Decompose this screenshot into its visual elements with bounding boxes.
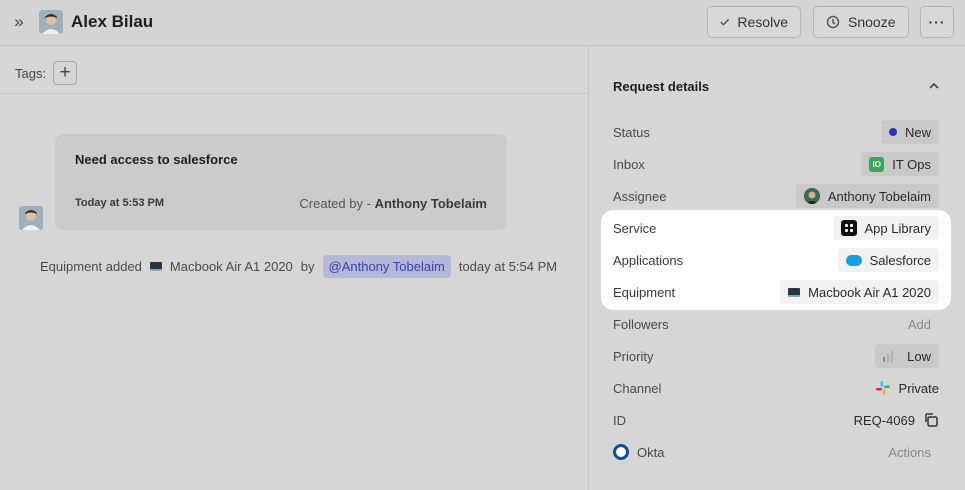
inbox-value-pill[interactable]: IO IT Ops bbox=[861, 152, 939, 176]
snooze-button[interactable]: Snooze bbox=[813, 6, 909, 38]
okta-label: Okta bbox=[637, 444, 665, 460]
applications-value: Salesforce bbox=[869, 252, 931, 268]
app-library-icon bbox=[840, 220, 857, 236]
inbox-label: Inbox bbox=[613, 156, 645, 172]
status-value: New bbox=[904, 124, 931, 140]
channel-label: Channel bbox=[613, 380, 662, 396]
detail-row-assignee: Assignee Anthony Tobelaim bbox=[613, 184, 939, 208]
id-label: ID bbox=[613, 412, 626, 428]
laptop-icon bbox=[149, 262, 162, 271]
detail-row-followers: Followers Add bbox=[613, 312, 939, 336]
applications-label: Applications bbox=[613, 252, 684, 268]
event-text: Equipment added bbox=[40, 259, 142, 274]
okta-group: Okta bbox=[613, 444, 664, 460]
detail-row-inbox: Inbox IO IT Ops bbox=[613, 152, 939, 176]
salesforce-icon bbox=[845, 254, 862, 266]
priority-label: Priority bbox=[613, 348, 654, 364]
more-options-button[interactable]: ··· bbox=[920, 6, 954, 38]
created-by-prefix: Created by - bbox=[299, 196, 371, 211]
activity-event: Equipment added Macbook Air A1 2020 by @… bbox=[40, 254, 565, 279]
status-label: Status bbox=[613, 124, 650, 140]
id-value: REQ-4069 bbox=[853, 412, 915, 428]
detail-row-channel: Channel Private bbox=[613, 376, 939, 400]
priority-value: Low bbox=[907, 348, 931, 364]
copy-icon[interactable] bbox=[923, 412, 939, 428]
service-value-pill[interactable]: App Library bbox=[832, 216, 939, 240]
add-follower-button[interactable]: Add bbox=[908, 317, 939, 332]
channel-value: Private bbox=[898, 380, 939, 396]
request-card[interactable]: Need access to salesforce Today at 5:53 … bbox=[55, 134, 507, 230]
snooze-clock-icon bbox=[826, 15, 840, 29]
page-title: Alex Bilau bbox=[71, 12, 154, 31]
equipment-value-pill[interactable]: Macbook Air A1 2020 bbox=[780, 280, 939, 304]
chevron-up-icon[interactable] bbox=[929, 82, 939, 89]
request-details-title: Request details bbox=[613, 79, 710, 94]
detail-row-priority: Priority Low bbox=[613, 344, 939, 368]
channel-value-pill[interactable]: Private bbox=[875, 380, 939, 396]
okta-actions-button[interactable]: Actions bbox=[888, 445, 939, 460]
id-value-group: REQ-4069 bbox=[854, 412, 939, 428]
priority-value-pill[interactable]: Low bbox=[875, 344, 939, 368]
service-label: Service bbox=[613, 220, 657, 236]
service-value: App Library bbox=[864, 220, 931, 236]
detail-row-id: ID REQ-4069 bbox=[613, 408, 939, 432]
user-mention[interactable]: @Anthony Tobelaim bbox=[322, 255, 451, 278]
detail-row-status: Status New bbox=[613, 120, 939, 144]
created-by-name: Anthony Tobelaim bbox=[374, 196, 487, 211]
created-by: Created by - Anthony Tobelaim bbox=[299, 196, 487, 211]
snooze-label: Snooze bbox=[848, 14, 896, 30]
it-ops-icon: IO bbox=[869, 156, 885, 172]
event-by: by bbox=[300, 259, 315, 274]
assignee-value: Anthony Tobelaim bbox=[827, 188, 931, 204]
event-time: today at 5:54 PM bbox=[458, 259, 558, 274]
okta-icon bbox=[613, 444, 629, 460]
laptop-icon bbox=[788, 287, 801, 297]
priority-bars-icon bbox=[883, 350, 899, 362]
detail-row-equipment: Equipment Macbook Air A1 2020 bbox=[613, 280, 939, 304]
equipment-label: Equipment bbox=[613, 284, 676, 300]
check-icon bbox=[720, 18, 730, 26]
detail-row-service: Service App Library bbox=[613, 216, 939, 240]
resolve-label: Resolve bbox=[737, 14, 788, 30]
tags-label: Tags: bbox=[15, 66, 47, 81]
message-avatar bbox=[19, 206, 43, 230]
followers-label: Followers bbox=[613, 316, 669, 332]
add-tag-button[interactable]: + bbox=[53, 61, 77, 85]
assignee-value-pill[interactable]: Anthony Tobelaim bbox=[795, 184, 939, 208]
request-title: Need access to salesforce bbox=[75, 152, 238, 167]
user-avatar bbox=[39, 10, 63, 34]
equipment-value: Macbook Air A1 2020 bbox=[808, 284, 931, 300]
inbox-value: IT Ops bbox=[892, 156, 931, 172]
tags-bar: Tags: + bbox=[0, 52, 588, 94]
status-badge[interactable]: New bbox=[880, 120, 939, 144]
person-photo-icon bbox=[19, 206, 43, 230]
assignee-label: Assignee bbox=[613, 188, 667, 204]
person-photo-icon bbox=[39, 10, 63, 34]
resolve-button[interactable]: Resolve bbox=[707, 6, 801, 38]
request-timestamp: Today at 5:53 PM bbox=[75, 197, 165, 209]
header-bar: » Alex Bilau Resolve Snooze ··· bbox=[0, 0, 965, 46]
assignee-avatar-icon bbox=[803, 188, 820, 204]
status-dot-icon bbox=[888, 128, 897, 136]
slack-icon bbox=[875, 381, 890, 395]
applications-value-pill[interactable]: Salesforce bbox=[837, 248, 939, 272]
event-item: Macbook Air A1 2020 bbox=[169, 259, 293, 274]
detail-row-applications: Applications Salesforce bbox=[613, 248, 939, 272]
expand-sidebar-icon[interactable]: » bbox=[10, 12, 28, 32]
detail-row-okta: Okta Actions bbox=[613, 440, 939, 464]
more-icon: ··· bbox=[928, 14, 946, 30]
